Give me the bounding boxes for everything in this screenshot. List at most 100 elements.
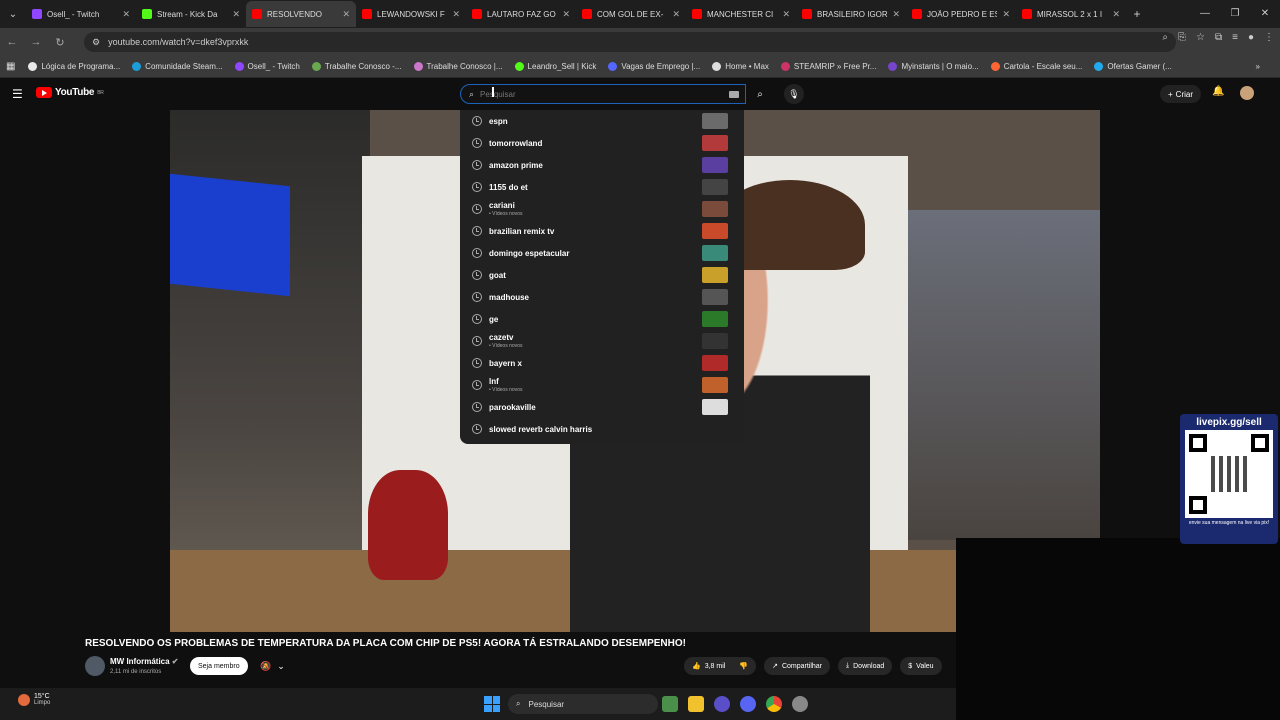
dislike-icon[interactable]: 👎 bbox=[739, 662, 748, 670]
suggestion-text: ge bbox=[489, 314, 499, 324]
tab-close-icon[interactable]: ✕ bbox=[782, 9, 790, 20]
tab-close-icon[interactable]: ✕ bbox=[562, 9, 570, 20]
join-button[interactable]: Seja membro bbox=[190, 657, 248, 675]
close-window-button[interactable]: ✕ bbox=[1250, 0, 1280, 28]
youtube-logo[interactable]: YouTube BR bbox=[36, 87, 104, 98]
search-suggestion[interactable]: tomorrowland bbox=[460, 132, 744, 154]
microphone-icon[interactable]: 🎙 bbox=[784, 84, 804, 104]
settings-icon[interactable] bbox=[792, 696, 808, 712]
tab-close-icon[interactable]: ✕ bbox=[672, 9, 680, 20]
taskbar-search[interactable]: ⌕ Pesquisar bbox=[508, 694, 658, 714]
media-icon[interactable]: ≡ bbox=[1232, 32, 1238, 43]
tab-close-icon[interactable]: ✕ bbox=[892, 9, 900, 20]
bookmark-item[interactable]: Lógica de Programa... bbox=[23, 62, 125, 71]
tab-close-icon[interactable]: ✕ bbox=[1002, 9, 1010, 20]
tab-close-icon[interactable]: ✕ bbox=[1112, 9, 1120, 20]
minimize-button[interactable]: — bbox=[1190, 0, 1220, 28]
tab-close-icon[interactable]: ✕ bbox=[452, 9, 460, 20]
apps-icon[interactable]: ▦ bbox=[6, 61, 15, 72]
app-icon[interactable] bbox=[714, 696, 730, 712]
hamburger-menu-icon[interactable]: ☰ bbox=[12, 87, 23, 101]
taskbar-search-label: Pesquisar bbox=[528, 699, 565, 709]
channel-avatar[interactable] bbox=[85, 656, 105, 676]
widgets-icon[interactable] bbox=[662, 696, 678, 712]
search-suggestion[interactable]: cazetv • Vídeos novos bbox=[460, 330, 744, 352]
bookmark-item[interactable]: Ofertas Gamer (... bbox=[1089, 62, 1176, 71]
bookmark-item[interactable]: Trabalhe Conosco -... bbox=[307, 62, 407, 71]
site-info-icon[interactable]: ⚙ bbox=[92, 37, 100, 48]
reload-button[interactable]: ↻ bbox=[48, 36, 72, 49]
livepix-header: livepix.gg/sell bbox=[1196, 417, 1262, 428]
like-button[interactable]: 👍 3,8 mil 👎 bbox=[684, 657, 757, 675]
bookmark-item[interactable]: Vagas de Emprego |... bbox=[603, 62, 705, 71]
bookmark-item[interactable]: Comunidade Steam... bbox=[127, 62, 227, 71]
more-bookmarks-icon[interactable]: » bbox=[1256, 62, 1260, 71]
browser-tab[interactable]: Osell_ - Twitch ✕ bbox=[26, 1, 136, 27]
file-explorer-icon[interactable] bbox=[688, 696, 704, 712]
search-suggestion[interactable]: slowed reverb calvin harris bbox=[460, 418, 744, 440]
bookmark-favicon-icon bbox=[132, 62, 142, 71]
install-icon[interactable]: ⎘ bbox=[1178, 32, 1186, 43]
search-suggestion[interactable]: amazon prime bbox=[460, 154, 744, 176]
create-button[interactable]: + Criar bbox=[1160, 85, 1202, 103]
restore-button[interactable]: ❐ bbox=[1220, 0, 1250, 28]
tab-close-icon[interactable]: ✕ bbox=[232, 9, 240, 20]
search-suggestion[interactable]: madhouse bbox=[460, 286, 744, 308]
browser-tab[interactable]: RESOLVENDO ✕ bbox=[246, 1, 356, 27]
bookmark-item[interactable]: Leandro_Sell | Kick bbox=[510, 62, 602, 71]
browser-tab[interactable]: MANCHESTER CI ✕ bbox=[686, 1, 796, 27]
tab-search-menu[interactable]: ⌄ bbox=[0, 0, 26, 28]
search-suggestion[interactable]: bayern x bbox=[460, 352, 744, 374]
share-button[interactable]: ↗ Compartilhar bbox=[764, 657, 831, 675]
tab-favicon-icon bbox=[142, 9, 152, 19]
discord-icon[interactable] bbox=[740, 696, 756, 712]
bookmark-item[interactable]: Trabalhe Conosco |... bbox=[409, 62, 508, 71]
search-suggestion[interactable]: domingo espetacular bbox=[460, 242, 744, 264]
browser-tab[interactable]: JOÃO PEDRO E ES ✕ bbox=[906, 1, 1016, 27]
extensions-icon[interactable]: ⧉ bbox=[1215, 32, 1222, 43]
search-suggestion[interactable]: brazilian remix tv bbox=[460, 220, 744, 242]
bookmark-item[interactable]: Cartola - Escale seu... bbox=[986, 62, 1088, 71]
browser-tab[interactable]: LEWANDOWSKI F ✕ bbox=[356, 1, 466, 27]
new-tab-button[interactable]: + bbox=[1126, 7, 1148, 21]
browser-tab[interactable]: MIRASSOL 2 x 1 I ✕ bbox=[1016, 1, 1126, 27]
forward-button[interactable]: → bbox=[24, 36, 48, 48]
tab-close-icon[interactable]: ✕ bbox=[342, 9, 350, 20]
bookmark-item[interactable]: Home • Max bbox=[707, 62, 774, 71]
account-avatar[interactable] bbox=[1240, 86, 1254, 100]
search-suggestion[interactable]: ge bbox=[460, 308, 744, 330]
chrome-icon[interactable] bbox=[766, 696, 782, 712]
search-suggestion[interactable]: cariani • Vídeos novos bbox=[460, 198, 744, 220]
browser-tab[interactable]: LAUTARO FAZ GO ✕ bbox=[466, 1, 576, 27]
notifications-bell-icon[interactable]: 🔔 bbox=[1212, 86, 1224, 97]
channel-name[interactable]: MW Informática ✔ bbox=[110, 657, 179, 666]
url-field[interactable]: ⚙ youtube.com/watch?v=dkef3vprxkk bbox=[84, 32, 1176, 52]
browser-tab[interactable]: BRASILEIRO IGOR ✕ bbox=[796, 1, 906, 27]
browser-tab[interactable]: COM GOL DE EX- ✕ bbox=[576, 1, 686, 27]
search-suggestion[interactable]: 1155 do et bbox=[460, 176, 744, 198]
back-button[interactable]: ← bbox=[0, 36, 24, 48]
windows-start-icon[interactable] bbox=[484, 696, 500, 712]
search-suggestion[interactable]: espn bbox=[460, 110, 744, 132]
keyboard-icon[interactable] bbox=[729, 90, 739, 98]
browser-tab[interactable]: Stream - Kick Da ✕ bbox=[136, 1, 246, 27]
download-button[interactable]: ⤓ Download bbox=[838, 657, 893, 675]
bookmark-favicon-icon bbox=[413, 62, 423, 71]
search-button[interactable]: ⌕ bbox=[748, 84, 772, 104]
bookmark-item[interactable]: Osell_ - Twitch bbox=[230, 62, 305, 71]
thanks-button[interactable]: $ Valeu bbox=[900, 657, 942, 675]
bookmark-item[interactable]: STEAMRIP » Free Pr... bbox=[776, 62, 882, 71]
zoom-icon[interactable]: ⌕ bbox=[1162, 32, 1168, 43]
bookmark-star-icon[interactable]: ☆ bbox=[1196, 32, 1205, 43]
more-menu-icon[interactable]: ⋮ bbox=[1264, 32, 1274, 43]
bookmark-item[interactable]: Myinstants | O maio... bbox=[883, 62, 983, 71]
search-suggestion[interactable]: lnf • Vídeos novos bbox=[460, 374, 744, 396]
search-suggestion[interactable]: parookaville bbox=[460, 396, 744, 418]
search-suggestion[interactable]: goat bbox=[460, 264, 744, 286]
plus-icon: + bbox=[1168, 89, 1173, 99]
subscription-notify-button[interactable]: 🔕 ⌄ bbox=[252, 657, 293, 675]
tab-close-icon[interactable]: ✕ bbox=[122, 9, 130, 20]
search-input[interactable] bbox=[480, 89, 723, 99]
profile-icon[interactable]: ● bbox=[1248, 32, 1254, 43]
weather-widget[interactable]: 15°C Limpo bbox=[18, 693, 50, 706]
